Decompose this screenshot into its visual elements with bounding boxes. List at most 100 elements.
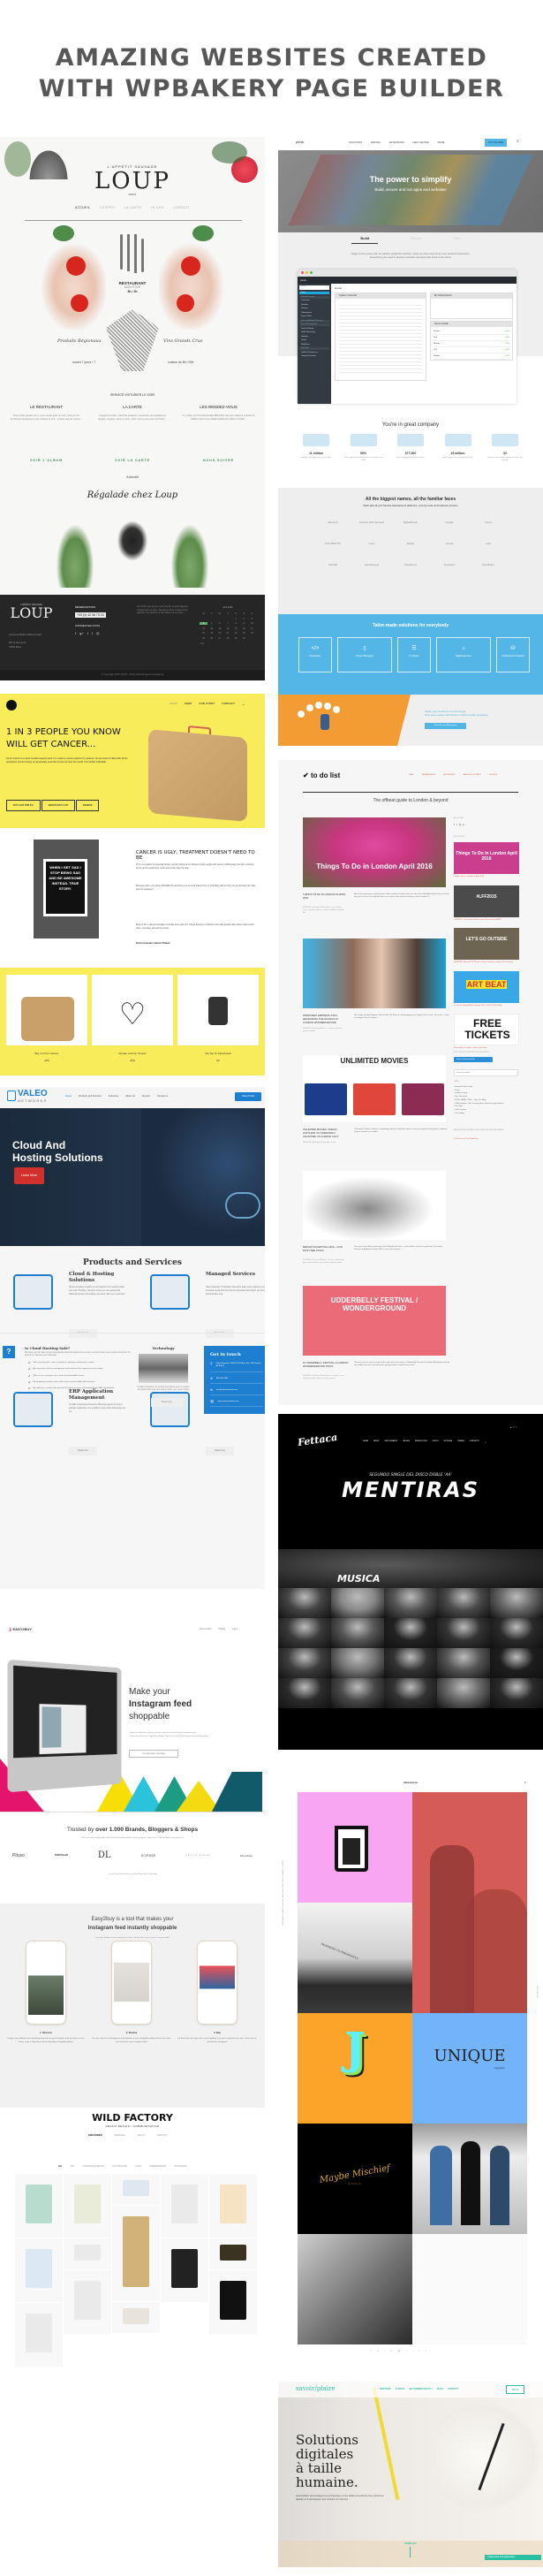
calendar-day[interactable]: 20 [215, 632, 223, 635]
partner-logo[interactable]: node [469, 537, 508, 550]
calendar-day[interactable]: 14 [223, 627, 231, 630]
tab-run[interactable]: Run [454, 236, 460, 244]
read-more-button[interactable]: Read more [206, 1329, 234, 1338]
calendar-day[interactable]: 23 [240, 632, 248, 635]
solution-card[interactable]: ▯ Content Managers [337, 637, 392, 672]
nav-contact[interactable]: CONTACT [448, 2388, 458, 2390]
nav-daily[interactable]: DAILY [409, 774, 414, 776]
top-post-thumb[interactable]: ART BEAT [454, 970, 519, 1003]
post-image[interactable] [303, 1171, 446, 1240]
beer-tile[interactable] [298, 1792, 412, 1903]
youtube-icon[interactable]: ▸ [510, 1425, 512, 1429]
nav-kreationen[interactable]: KREATIONEN [88, 2134, 102, 2137]
calendar-day[interactable]: 19 [207, 632, 215, 635]
nav-services[interactable]: SERVICES [380, 2388, 391, 2390]
filter-illustration[interactable]: ILLUSTRATION [112, 2165, 127, 2168]
read-more-button[interactable]: Read more [206, 1447, 234, 1455]
top-post-title[interactable]: To Do List Daily: ArtBeat Festival 2016 … [454, 1005, 519, 1007]
valeo-logo[interactable]: VALEO NETWORKS [7, 1090, 48, 1103]
nav-more[interactable]: MORE [438, 141, 445, 144]
partner-logo[interactable]: Google [430, 516, 469, 528]
twitter-icon[interactable]: t [384, 2349, 385, 2352]
nav-pricing[interactable]: PRICING [371, 141, 381, 144]
calendar-day[interactable]: 7 [223, 622, 231, 625]
calendar-day[interactable]: 13 [215, 627, 223, 630]
nav-story[interactable]: OUR STORY [200, 703, 215, 707]
calendar-prev[interactable]: « fév [200, 642, 256, 646]
nav-contact[interactable]: CONTACT [222, 703, 236, 707]
fett-nav-item[interactable]: TIENDA [457, 1440, 464, 1444]
portfolio-tile[interactable] [64, 2270, 111, 2334]
tech-read-more[interactable]: Read more [151, 1398, 183, 1407]
top-post-thumb[interactable]: LET'S GO OUTSIDE [454, 928, 519, 960]
filter-corporate[interactable]: CORPORATE DESIGN [82, 2165, 104, 2168]
calendar-day[interactable]: 16 [240, 627, 248, 630]
nav-blog[interactable]: BLOG [437, 2388, 443, 2390]
brand-logo[interactable]: SOPHIE [141, 1853, 156, 1858]
calendar-day[interactable]: 18 [200, 632, 207, 635]
concert-photo[interactable] [384, 1588, 437, 1618]
calendar-day[interactable]: 29 [232, 637, 240, 640]
nav-support[interactable]: Support [142, 1095, 150, 1098]
google-plus-icon[interactable]: g+ [79, 631, 84, 635]
camera-icon[interactable]: ▣ [398, 2349, 401, 2352]
panel-search[interactable]: Search... [299, 285, 329, 290]
contact-text[interactable]: info@valeonetworks.com [216, 1389, 238, 1392]
client-portal-button[interactable]: Client Portal [235, 1092, 261, 1101]
column-link[interactable]: VOIR LA CARTE [95, 459, 170, 463]
unique-tile[interactable]: UNIQUE magazine [412, 2013, 527, 2124]
fett-nav-item[interactable]: SHOWS [403, 1440, 410, 1444]
nav-products[interactable]: Products and Services [79, 1095, 102, 1098]
fett-nav-item[interactable]: MUSIC [373, 1440, 379, 1444]
menu-icon[interactable]: ≡ [524, 1781, 526, 1784]
product-card[interactable] [6, 975, 87, 1045]
nav-services[interactable]: SERVICES [115, 2134, 125, 2137]
sidebar-item[interactable]: Docker [299, 339, 329, 342]
concert-photo[interactable] [331, 1618, 384, 1648]
concert-photo[interactable] [437, 1588, 490, 1618]
fett-nav-item[interactable]: PRODUCCION [415, 1440, 427, 1444]
partner-logo[interactable]: DigitalOcean [391, 516, 430, 528]
sidebar-item[interactable]: Customers [299, 300, 329, 302]
fett-nav-item[interactable]: NOTICIAS [444, 1440, 453, 1444]
band-tunnel-tile[interactable] [412, 2124, 527, 2234]
search-icon[interactable]: ⌕ [517, 139, 519, 144]
top-post-title[interactable]: Free tickets in London - how to get them [454, 1047, 519, 1050]
sidebar-item[interactable]: Health Monitoring [299, 331, 329, 334]
product-name[interactable]: Sip Sip To Strawinsah [177, 1052, 259, 1056]
calendar-day[interactable]: 15 [232, 627, 240, 630]
nav-home[interactable]: HOME [170, 703, 177, 707]
fett-nav-item[interactable]: DISCOGRAPHY [384, 1440, 397, 1444]
nav-about[interactable]: ABOUT [138, 2134, 145, 2137]
nav-accueil[interactable]: ACCUEIL [75, 206, 90, 209]
sidebar-link[interactable]: • The Nudge [454, 1113, 518, 1116]
easy-logo[interactable]: ❯ EASY2BUY [9, 1627, 32, 1631]
calendar-day[interactable]: 30 [240, 637, 248, 640]
nav-esprit[interactable]: L'ESPRIT [100, 206, 116, 209]
close-dot[interactable] [301, 271, 304, 274]
calendar-day[interactable]: 28 [223, 637, 231, 640]
vimeo-icon[interactable]: v [419, 2349, 420, 2352]
concert-photo[interactable] [437, 1648, 490, 1678]
concert-photo[interactable] [278, 1588, 331, 1618]
chat-button[interactable]: POSEZ-NOUS VOS QUESTIONS ! [485, 2555, 541, 2560]
portfolio-tile[interactable] [112, 2174, 160, 2205]
kit-logo[interactable] [6, 700, 17, 710]
filter-logo[interactable]: LOGO [135, 2165, 141, 2168]
brand-logo[interactable]: Mini-Mode [240, 1854, 253, 1858]
post-image[interactable]: UDDERBELLY FESTIVAL / WONDERGROUND [303, 1286, 446, 1356]
portfolio-tile[interactable] [64, 2174, 111, 2238]
read-more-button[interactable]: Read more [69, 1447, 97, 1455]
partner-logo[interactable]: Joomla [430, 537, 469, 550]
twitter-icon[interactable]: t [516, 1425, 517, 1429]
nav-home[interactable]: Home [65, 1095, 72, 1098]
nav-kontakt[interactable]: KONTAKT [157, 2134, 167, 2137]
try-free-button[interactable]: TRY FOR FREE [485, 139, 507, 147]
calendar-day[interactable]: 26 [207, 637, 215, 640]
donate-button[interactable]: DONATE [76, 800, 100, 811]
partner-logo[interactable]: Symantec [430, 559, 469, 571]
fett-logo[interactable]: Fettaca [297, 1432, 338, 1448]
sidebar-item[interactable]: Service Plans [299, 315, 329, 318]
filter-art[interactable]: ART [71, 2165, 75, 2168]
post-image[interactable]: Things To Do in London April 2016 [303, 817, 446, 887]
